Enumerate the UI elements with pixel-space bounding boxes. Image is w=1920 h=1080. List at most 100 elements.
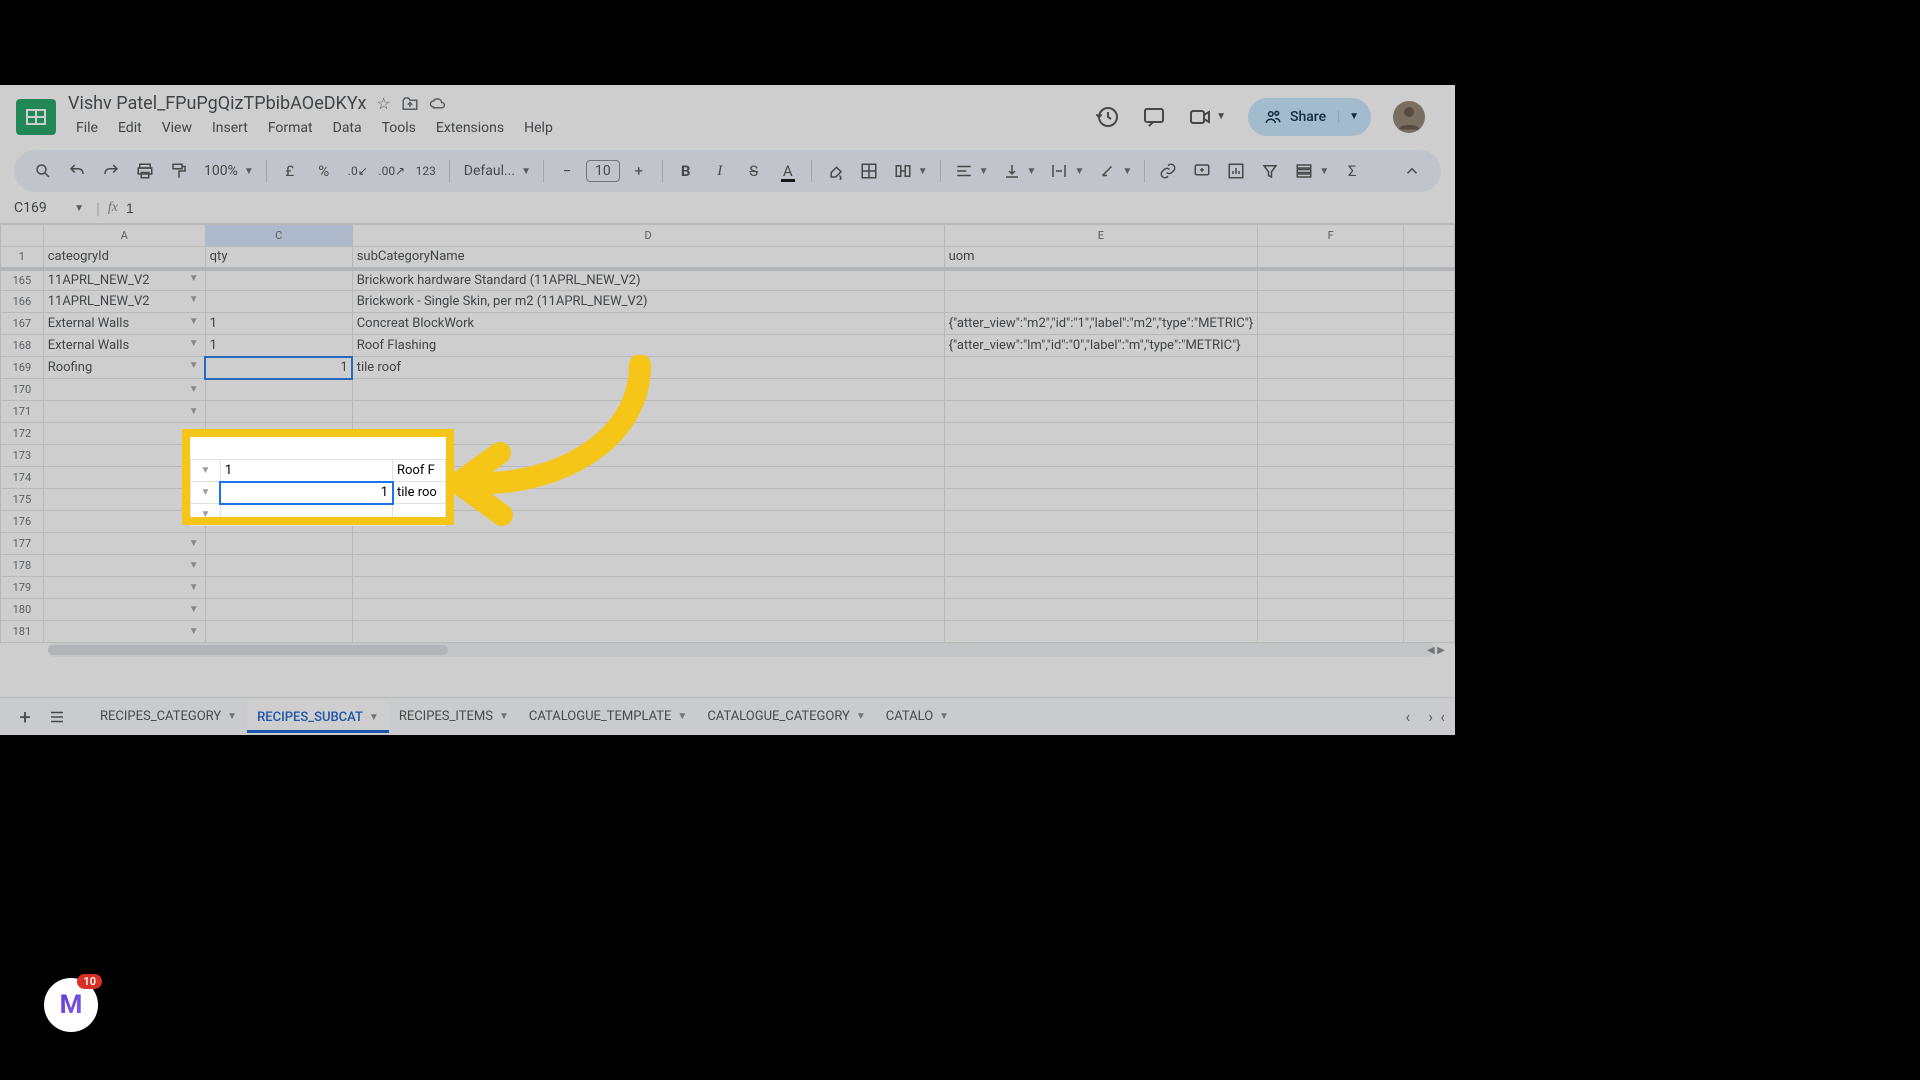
cell[interactable]: ▼: [43, 577, 205, 599]
menu-extensions[interactable]: Extensions: [428, 116, 512, 140]
share-dropdown-icon[interactable]: ▼: [1338, 111, 1359, 122]
increase-decimal-button[interactable]: .00↗: [377, 156, 407, 186]
percent-format-button[interactable]: %: [309, 156, 339, 186]
row-header[interactable]: 179: [1, 577, 44, 599]
cell[interactable]: [1258, 489, 1404, 511]
menu-view[interactable]: View: [154, 116, 200, 140]
cell[interactable]: [1258, 247, 1404, 269]
cell[interactable]: ▼: [43, 489, 205, 511]
filter-button[interactable]: [1255, 156, 1285, 186]
cell[interactable]: ▼: [43, 533, 205, 555]
table-row[interactable]: 170 ▼: [1, 379, 1455, 401]
chevron-down-icon[interactable]: ▼: [979, 166, 989, 177]
data-validation-icon[interactable]: ▼: [189, 472, 199, 483]
row-header[interactable]: 165: [1, 269, 44, 291]
row-header[interactable]: 167: [1, 313, 44, 335]
cell[interactable]: [205, 379, 352, 401]
col-header-d[interactable]: D: [352, 225, 944, 247]
cell[interactable]: [352, 489, 944, 511]
cell[interactable]: [1258, 357, 1404, 379]
chevron-down-icon[interactable]: ▼: [1122, 166, 1132, 177]
cell[interactable]: [352, 621, 944, 643]
chevron-down-icon[interactable]: ▼: [856, 711, 866, 722]
cell[interactable]: ▼: [43, 511, 205, 533]
chevron-down-icon[interactable]: ▼: [227, 711, 237, 722]
data-validation-icon[interactable]: ▼: [189, 626, 199, 637]
row-header[interactable]: 175: [1, 489, 44, 511]
row-header[interactable]: 181: [1, 621, 44, 643]
sheet-tab[interactable]: CATALOGUE_TEMPLATE▼: [519, 700, 697, 733]
chevron-down-icon[interactable]: ▼: [677, 711, 687, 722]
functions-button[interactable]: Σ: [1337, 156, 1367, 186]
sheet-tab[interactable]: CATALO▼: [876, 700, 959, 733]
table-row[interactable]: 180 ▼: [1, 599, 1455, 621]
more-formats-button[interactable]: 123: [411, 156, 441, 186]
table-row[interactable]: 171 ▼: [1, 401, 1455, 423]
comment-button[interactable]: [1187, 156, 1217, 186]
cell[interactable]: [1258, 269, 1404, 291]
menu-tools[interactable]: Tools: [374, 116, 424, 140]
cell[interactable]: [1258, 511, 1404, 533]
cell[interactable]: qty: [205, 247, 352, 269]
cloud-status-icon[interactable]: [429, 95, 447, 113]
side-panel-toggle-icon[interactable]: ‹: [1440, 707, 1445, 726]
scroll-right-icon[interactable]: ◀ ▶: [1427, 643, 1453, 657]
cell[interactable]: External Walls▼: [43, 313, 205, 335]
menu-file[interactable]: File: [68, 116, 106, 140]
meet-icon[interactable]: ▼: [1188, 105, 1226, 129]
cell[interactable]: Roofing▼: [43, 357, 205, 379]
table-row[interactable]: 172 ▼: [1, 423, 1455, 445]
chevron-down-icon[interactable]: ▼: [1319, 166, 1329, 177]
cell[interactable]: ▼: [43, 401, 205, 423]
cell[interactable]: [352, 423, 944, 445]
row-header[interactable]: 169: [1, 357, 44, 379]
text-color-button[interactable]: A: [773, 156, 803, 186]
sheet-tab[interactable]: CATALOGUE_CATEGORY▼: [697, 700, 875, 733]
data-validation-icon[interactable]: ▼: [189, 450, 199, 461]
cell[interactable]: ▼: [43, 423, 205, 445]
data-validation-icon[interactable]: ▼: [189, 604, 199, 615]
cell[interactable]: Concreat BlockWork: [352, 313, 944, 335]
cell[interactable]: ▼: [43, 445, 205, 467]
cell[interactable]: [352, 555, 944, 577]
chevron-down-icon[interactable]: ▼: [369, 712, 379, 723]
cell[interactable]: 1: [205, 313, 352, 335]
horizontal-scrollbar[interactable]: [48, 643, 1435, 657]
row-header[interactable]: 177: [1, 533, 44, 555]
cell[interactable]: [352, 599, 944, 621]
chevron-down-icon[interactable]: ▼: [1027, 166, 1037, 177]
chart-button[interactable]: [1221, 156, 1251, 186]
cell[interactable]: Brickwork hardware Standard (11APRL_NEW_…: [352, 269, 944, 291]
row-header[interactable]: 168: [1, 335, 44, 357]
col-header-e[interactable]: E: [944, 225, 1258, 247]
sheet-tab[interactable]: RECIPES_CATEGORY▼: [90, 700, 247, 733]
col-header-f[interactable]: F: [1258, 225, 1404, 247]
document-title[interactable]: Vishv Patel_FPuPgQizTPbibAOeDKYx: [68, 93, 366, 114]
paint-format-icon[interactable]: [164, 156, 194, 186]
share-button[interactable]: Share ▼: [1248, 98, 1371, 136]
chevron-down-icon[interactable]: ▼: [521, 166, 531, 177]
cell[interactable]: [944, 577, 1258, 599]
menu-format[interactable]: Format: [260, 116, 321, 140]
currency-format-button[interactable]: £: [275, 156, 305, 186]
cell[interactable]: [205, 423, 352, 445]
cell[interactable]: [944, 379, 1258, 401]
fill-color-button[interactable]: [820, 156, 850, 186]
table-row[interactable]: 175 ▼: [1, 489, 1455, 511]
row-header[interactable]: 172: [1, 423, 44, 445]
cell[interactable]: [1258, 423, 1404, 445]
table-row[interactable]: 166 11APRL_NEW_V2▼ Brickwork - Single Sk…: [1, 291, 1455, 313]
row-header[interactable]: 174: [1, 467, 44, 489]
sheet-tab[interactable]: RECIPES_ITEMS▼: [389, 700, 519, 733]
data-validation-icon[interactable]: ▼: [189, 406, 199, 417]
font-select[interactable]: Defaul...: [458, 163, 521, 179]
cell[interactable]: [944, 357, 1258, 379]
cell[interactable]: [1258, 533, 1404, 555]
h-align-button[interactable]: [949, 156, 979, 186]
chevron-down-icon[interactable]: ▼: [499, 711, 509, 722]
undo-icon[interactable]: [62, 156, 92, 186]
cell[interactable]: uom: [944, 247, 1258, 269]
cell[interactable]: [1258, 599, 1404, 621]
row-header[interactable]: 170: [1, 379, 44, 401]
cell[interactable]: [1258, 335, 1404, 357]
